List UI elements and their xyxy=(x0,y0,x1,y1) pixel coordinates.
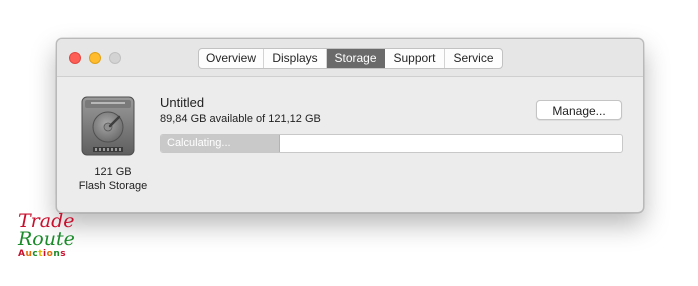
tab-service[interactable]: Service xyxy=(445,49,502,68)
volume-name: Untitled xyxy=(160,95,205,110)
screenshot-stage: Overview Displays Storage Support Servic… xyxy=(0,0,698,286)
tab-bar: Overview Displays Storage Support Servic… xyxy=(198,48,503,69)
logo-line-route: Route xyxy=(18,228,75,250)
tab-overview[interactable]: Overview xyxy=(199,49,264,68)
internal-drive-icon xyxy=(81,96,135,156)
minimize-button[interactable] xyxy=(89,52,101,64)
tab-displays[interactable]: Displays xyxy=(264,49,327,68)
title-bar[interactable]: Overview Displays Storage Support Servic… xyxy=(57,39,643,77)
logo-line-auctions: Auctions xyxy=(18,249,67,259)
tab-support[interactable]: Support xyxy=(385,49,445,68)
disk-type-label: Flash Storage xyxy=(78,180,148,192)
trade-route-auctions-logo: Trade Route Auctions xyxy=(18,212,82,260)
disk-size-label: 121 GB xyxy=(94,166,132,178)
volume-availability: 89,84 GB available of 121,12 GB xyxy=(160,113,321,125)
zoom-button xyxy=(109,52,121,64)
calculating-label: Calculating... xyxy=(167,137,231,149)
manage-button[interactable]: Manage... xyxy=(536,100,622,120)
about-this-mac-window: Overview Displays Storage Support Servic… xyxy=(56,38,644,213)
close-button[interactable] xyxy=(69,52,81,64)
storage-usage-bar: Calculating... xyxy=(160,134,623,153)
tab-storage[interactable]: Storage xyxy=(327,49,385,68)
